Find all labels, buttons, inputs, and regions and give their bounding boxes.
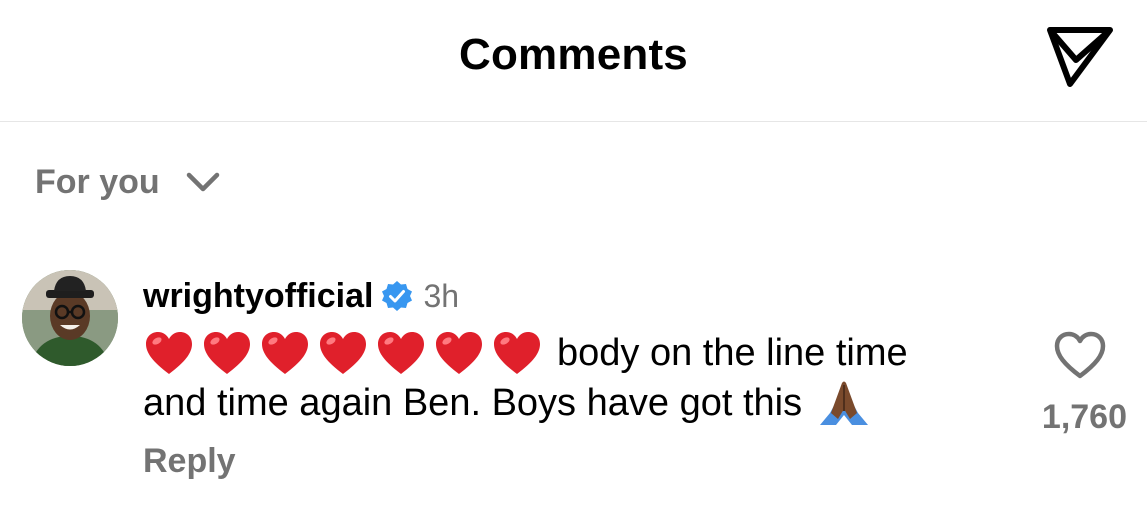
profile-avatar [22,270,118,366]
red-heart-emoji [146,332,192,374]
header-bar: Comments [0,0,1147,122]
red-heart-emoji [436,332,482,374]
red-heart-emoji [262,332,308,374]
page-title: Comments [459,30,688,79]
comments-filter-dropdown[interactable]: For you [35,160,220,204]
comment-text-line-1: body on the line time [143,328,908,378]
heart-emojis [143,329,549,377]
send-icon[interactable] [1040,18,1120,90]
comment-header: wrightyofficial 3h [143,274,459,318]
comment-timestamp: 3h [423,277,460,314]
red-heart-emoji [494,332,540,374]
red-heart-emoji [320,332,366,374]
username[interactable]: wrightyofficial [143,277,373,316]
comment-text: body on the line time [557,331,908,374]
avatar[interactable] [22,270,118,366]
like-count: 1,760 [1041,398,1127,436]
heart-outline-icon[interactable] [1052,330,1108,380]
filter-label: For you [35,162,160,201]
comment-text: and time again Ben. Boys have got this [143,381,803,424]
comment-text-line-2: and time again Ben. Boys have got this [143,378,872,428]
verified-badge-icon [382,281,413,311]
folded-hands-emoji [820,381,869,425]
red-heart-emoji [378,332,424,374]
reply-button[interactable]: Reply [143,442,236,481]
chevron-down-icon [186,172,219,192]
red-heart-emoji [204,332,250,374]
